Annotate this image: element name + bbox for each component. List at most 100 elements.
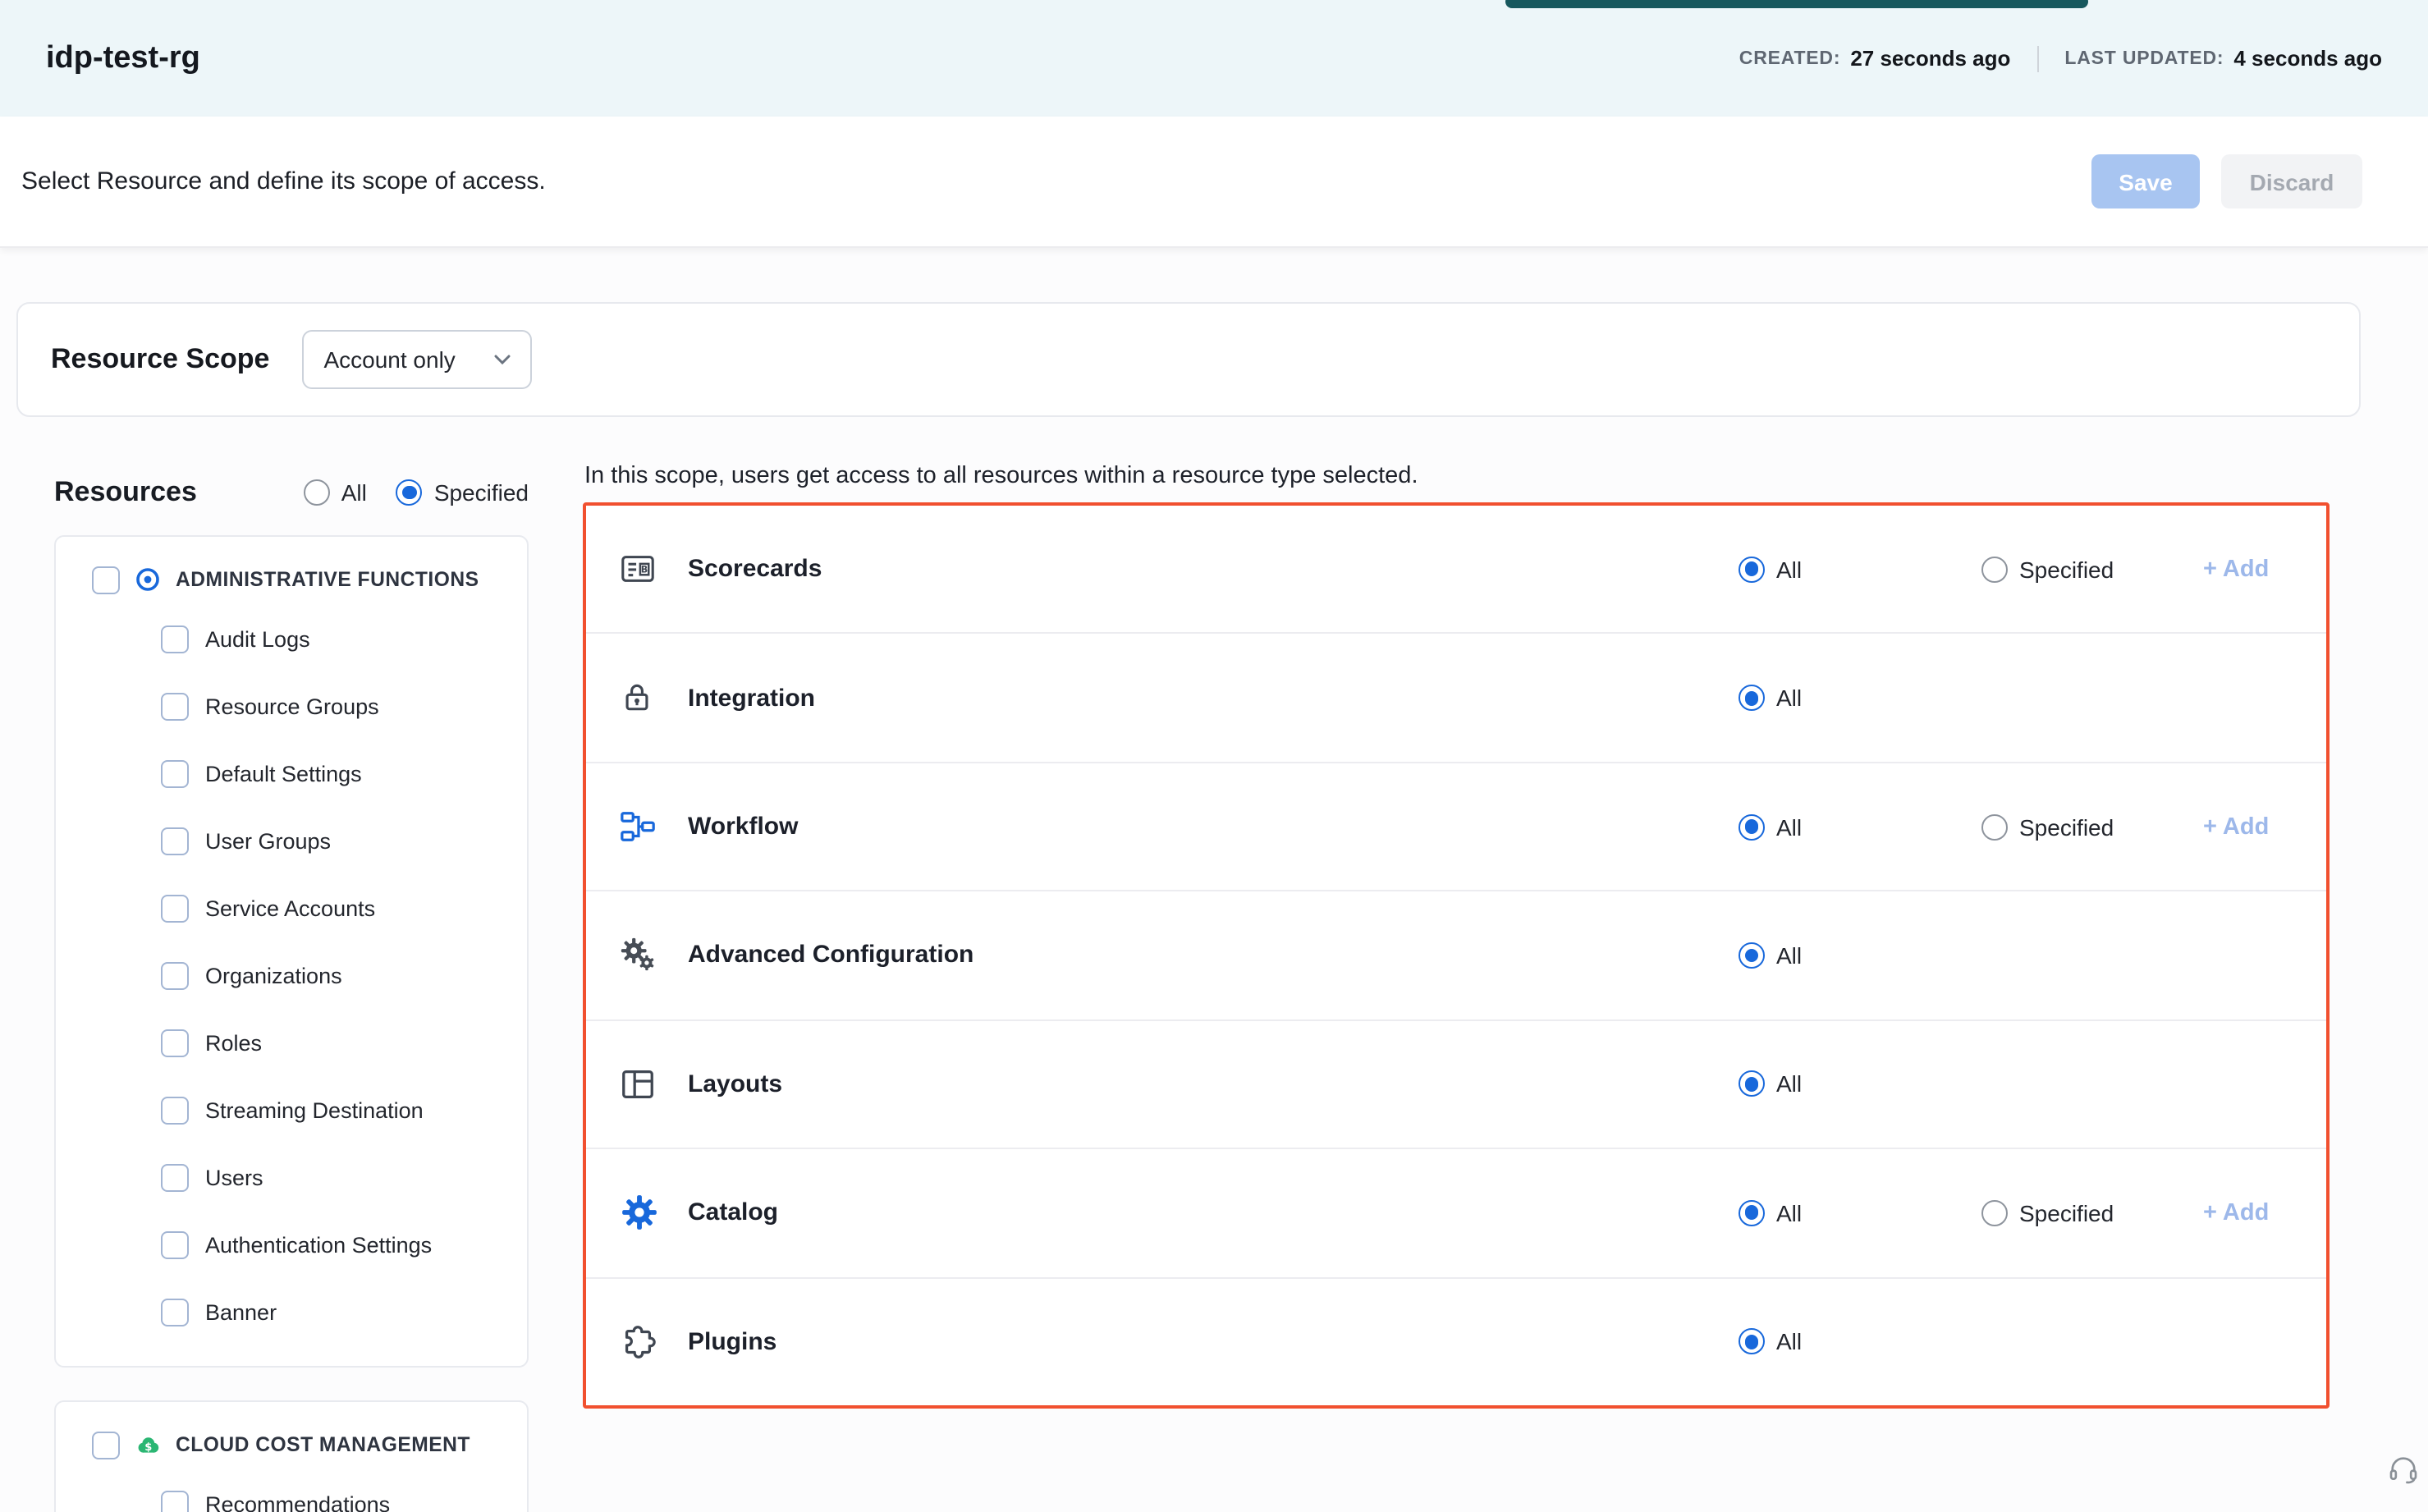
- all-option-label: All: [1776, 813, 1802, 840]
- resource-item-label: Authentication Settings: [205, 1233, 432, 1258]
- specified-option[interactable]: Specified: [1981, 1200, 2203, 1226]
- all-option[interactable]: All: [1739, 942, 1981, 969]
- gear-icon: [619, 1193, 660, 1234]
- admin-functions-icon: [135, 566, 161, 593]
- layout-icon: [619, 1065, 657, 1103]
- resource-scope-dropdown[interactable]: Account only: [302, 330, 532, 389]
- chevron-down-icon: [495, 355, 511, 364]
- resource-item-label: Banner: [205, 1300, 277, 1325]
- row-icon-slot: [619, 937, 688, 974]
- meta-divider: [2036, 45, 2038, 71]
- header-meta: CREATED: 27 seconds ago LAST UPDATED: 4 …: [1739, 45, 2382, 71]
- specified-option[interactable]: Specified: [1981, 556, 2203, 582]
- item-checkbox[interactable]: [161, 1231, 189, 1259]
- row-icon-slot: [619, 1193, 688, 1234]
- item-checkbox[interactable]: [161, 827, 189, 855]
- resources-all-option[interactable]: All: [304, 479, 367, 506]
- resource-item-label: Recommendations: [205, 1492, 390, 1512]
- save-button[interactable]: Save: [2091, 154, 2200, 208]
- all-option[interactable]: All: [1739, 813, 1981, 840]
- resource-item[interactable]: Resource Groups: [56, 673, 527, 740]
- group-checkbox[interactable]: [92, 566, 120, 593]
- resource-type-row: Advanced Configuration All: [586, 891, 2326, 1019]
- resource-item[interactable]: Authentication Settings: [56, 1212, 527, 1279]
- scope-rows: B Scorecards All Specified + Add Integra…: [583, 502, 2330, 1409]
- radio-selected-icon[interactable]: [1739, 1328, 1765, 1354]
- resource-item[interactable]: Organizations: [56, 942, 527, 1010]
- resource-type-name: Integration: [688, 684, 1739, 712]
- all-option[interactable]: All: [1739, 1200, 1981, 1226]
- item-checkbox[interactable]: [161, 1491, 189, 1512]
- radio-selected-icon[interactable]: [1739, 1071, 1765, 1097]
- radio-unselected-icon[interactable]: [1981, 556, 2008, 582]
- resource-item-label: Organizations: [205, 964, 342, 988]
- all-option-label: All: [1776, 1200, 1802, 1226]
- item-checkbox[interactable]: [161, 962, 189, 990]
- workflow-icon: [619, 808, 657, 845]
- resource-item[interactable]: Default Settings: [56, 740, 527, 808]
- scorecards-icon: B: [619, 550, 657, 588]
- specified-option-label: Specified: [2019, 1200, 2114, 1226]
- add-button[interactable]: + Add: [2203, 556, 2300, 582]
- add-button[interactable]: + Add: [2203, 813, 2300, 840]
- resource-type-row: B Scorecards All Specified + Add: [586, 506, 2326, 633]
- resource-item[interactable]: Banner: [56, 1279, 527, 1346]
- item-checkbox[interactable]: [161, 625, 189, 653]
- top-scrollbar-thumb[interactable]: [1505, 0, 2088, 8]
- resource-item[interactable]: Users: [56, 1144, 527, 1212]
- resource-group-card: $ CLOUD COST MANAGEMENT Recommendations: [54, 1400, 529, 1512]
- discard-button[interactable]: Discard: [2221, 154, 2362, 208]
- radio-selected-icon[interactable]: [1739, 942, 1765, 969]
- radio-selected-icon[interactable]: [1739, 813, 1765, 840]
- add-button[interactable]: + Add: [2203, 1200, 2300, 1226]
- radio-selected-icon[interactable]: [396, 479, 423, 506]
- radio-selected-icon[interactable]: [1739, 685, 1765, 711]
- resource-group-header[interactable]: ADMINISTRATIVE FUNCTIONS: [56, 553, 527, 606]
- resource-item[interactable]: Service Accounts: [56, 875, 527, 942]
- item-checkbox[interactable]: [161, 760, 189, 788]
- all-option[interactable]: All: [1739, 1328, 1981, 1354]
- item-checkbox[interactable]: [161, 1097, 189, 1125]
- resource-type-name: Scorecards: [688, 555, 1739, 583]
- resource-item[interactable]: Recommendations: [56, 1471, 527, 1512]
- created-label: CREATED:: [1739, 48, 1841, 68]
- resources-list: ADMINISTRATIVE FUNCTIONS Audit Logs Reso…: [54, 535, 529, 1512]
- resource-item[interactable]: Streaming Destination: [56, 1077, 527, 1144]
- group-checkbox[interactable]: [92, 1431, 120, 1459]
- item-checkbox[interactable]: [161, 1029, 189, 1057]
- row-icon-slot: [619, 808, 688, 845]
- item-checkbox[interactable]: [161, 895, 189, 923]
- app-root: idp-test-rg CREATED: 27 seconds ago LAST…: [0, 0, 2428, 1512]
- resource-scope-label: Resource Scope: [51, 343, 269, 376]
- radio-selected-icon[interactable]: [1739, 1200, 1765, 1226]
- radio-unselected-icon[interactable]: [1981, 1200, 2008, 1226]
- specified-option-label: Specified: [2019, 813, 2114, 840]
- resource-item[interactable]: User Groups: [56, 808, 527, 875]
- resource-item-label: Audit Logs: [205, 627, 310, 652]
- resource-group-header[interactable]: $ CLOUD COST MANAGEMENT: [56, 1418, 527, 1471]
- item-checkbox[interactable]: [161, 693, 189, 721]
- all-option[interactable]: All: [1739, 685, 1981, 711]
- radio-unselected-icon[interactable]: [1981, 813, 2008, 840]
- headset-icon[interactable]: [2387, 1453, 2420, 1486]
- all-option[interactable]: All: [1739, 1071, 1981, 1097]
- radio-unselected-icon[interactable]: [304, 479, 330, 506]
- item-checkbox[interactable]: [161, 1299, 189, 1326]
- resource-type-name: Plugins: [688, 1327, 1739, 1355]
- resource-type-name: Layouts: [688, 1070, 1739, 1098]
- puzzle-icon: [619, 1322, 657, 1360]
- resource-item[interactable]: Roles: [56, 1010, 527, 1077]
- resource-item-label: Default Settings: [205, 762, 362, 786]
- updated-label: LAST UPDATED:: [2064, 48, 2224, 68]
- toolbar: Select Resource and define its scope of …: [0, 117, 2428, 248]
- group-items: Recommendations: [56, 1471, 527, 1512]
- item-checkbox[interactable]: [161, 1164, 189, 1192]
- resource-item[interactable]: Audit Logs: [56, 606, 527, 673]
- cloud-cost-icon: $: [135, 1432, 161, 1458]
- specified-option[interactable]: Specified: [1981, 813, 2203, 840]
- radio-selected-icon[interactable]: [1739, 556, 1765, 582]
- resources-specified-option[interactable]: Specified: [396, 479, 529, 506]
- specified-option-label: Specified: [2019, 556, 2114, 582]
- resource-type-row: Integration All: [586, 633, 2326, 762]
- all-option[interactable]: All: [1739, 556, 1981, 582]
